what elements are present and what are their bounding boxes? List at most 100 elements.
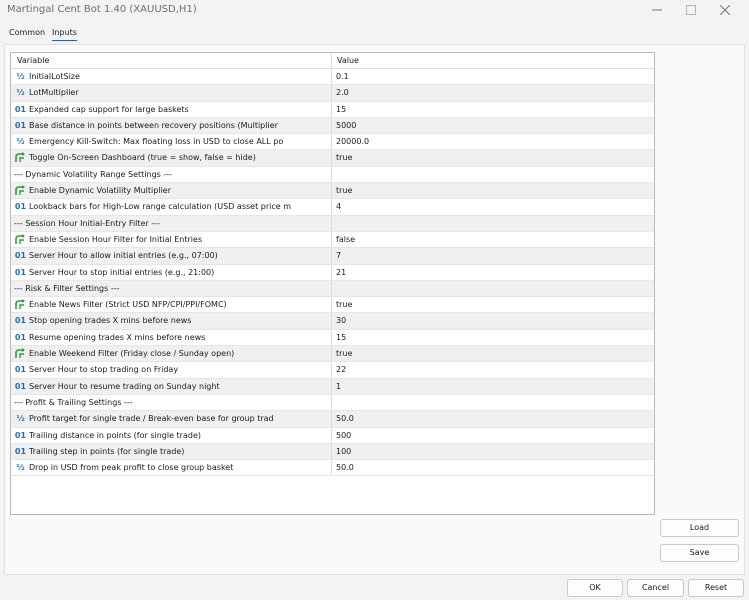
maximize-button[interactable] (674, 0, 708, 20)
parameter-row[interactable]: Enable Dynamic Volatility Multiplier true (11, 183, 654, 200)
parameter-value[interactable]: true (336, 186, 352, 195)
parameter-name: Server Hour to allow initial entries (e.… (29, 251, 218, 261)
parameter-row[interactable]: 01 Resume opening trades X mins before ne… (11, 329, 654, 347)
section-header-row[interactable]: --- Risk & Filter Settings --- (11, 280, 654, 298)
parameter-value[interactable]: 15 (336, 105, 346, 114)
parameter-row[interactable]: 01 Trailing step in points (for single tr… (11, 443, 654, 461)
close-icon (720, 5, 730, 15)
section-header-row[interactable]: --- Dynamic Volatility Range Settings --… (11, 166, 654, 184)
parameter-row[interactable]: ½ InitialLotSize 0.1 (11, 69, 654, 86)
int-icon: 01 (14, 120, 27, 130)
parameter-name: Emergency Kill-Switch: Max floating loss… (29, 137, 284, 147)
parameter-row[interactable]: 01 Server Hour to stop trading on Friday 2… (11, 362, 654, 379)
int-icon: 01 (14, 332, 27, 342)
parameter-row[interactable]: 01 Server Hour to resume trading on Sunda… (11, 378, 654, 395)
parameter-value[interactable]: 15 (336, 333, 346, 342)
column-header-value[interactable]: Value (337, 56, 359, 65)
double-icon: ½ (16, 72, 25, 81)
int-icon: 01 (14, 316, 27, 326)
parameter-name: Trailing step in points (for single trad… (29, 446, 185, 456)
bool-icon (14, 152, 27, 163)
column-divider (331, 117, 332, 134)
column-divider (331, 460, 332, 476)
parameter-row[interactable]: ½ Profit target for single trade / Break-… (11, 411, 654, 428)
parameter-row[interactable]: Enable Session Hour Filter for Initial E… (11, 231, 654, 249)
double-icon: ½ (16, 463, 25, 473)
cancel-button[interactable]: Cancel (627, 579, 684, 597)
parameter-value[interactable]: true (336, 153, 352, 162)
ok-button[interactable]: OK (567, 579, 623, 597)
save-button[interactable]: Save (660, 544, 739, 562)
parameter-name: Resume opening trades X mins before news (29, 332, 206, 342)
parameter-name: Enable News Filter (Strict USD NFP/CPI/P… (29, 300, 227, 310)
parameter-name: --- Profit & Trailing Settings --- (14, 397, 133, 407)
parameter-value[interactable]: false (336, 235, 355, 244)
parameter-row[interactable]: 01 Expanded cap support for large baskets… (11, 101, 654, 118)
parameter-row[interactable]: Enable News Filter (Strict USD NFP/CPI/P… (11, 297, 654, 314)
parameter-name: Enable Weekend Filter (Friday close / Su… (29, 349, 235, 359)
int-icon: 01 (14, 104, 27, 114)
parameter-name: Enable Dynamic Volatility Multiplier (29, 186, 171, 196)
parameter-row[interactable]: 01 Lookback bars for High-Low range calcu… (11, 199, 654, 216)
parameter-name: Drop in USD from peak profit to close gr… (29, 463, 234, 473)
column-header-variable[interactable]: Variable (17, 56, 49, 65)
parameter-name: LotMultiplier (29, 88, 79, 98)
parameter-value[interactable]: 50.0 (336, 414, 354, 423)
parameter-row[interactable]: 01 Trailing distance in points (for singl… (11, 427, 654, 444)
section-header-row[interactable]: --- Session Hour Initial-Entry Filter --… (11, 215, 654, 232)
parameter-value[interactable]: 0.1 (336, 72, 349, 81)
tab-inputs[interactable]: Inputs (52, 28, 77, 41)
grid-rows: ½ InitialLotSize 0.1 ½ LotMultiplier 2.0 01 Exp… (11, 69, 654, 477)
column-divider (331, 362, 332, 378)
parameter-value[interactable]: 2.0 (336, 88, 349, 97)
close-button[interactable] (708, 0, 742, 20)
int-icon: 01 (14, 430, 27, 440)
parameter-value[interactable]: true (336, 349, 352, 358)
column-divider (331, 199, 332, 215)
parameter-value[interactable]: 50.0 (336, 463, 354, 472)
parameter-row[interactable]: 01 Stop opening trades X mins before news… (11, 313, 654, 330)
parameter-name: Expanded cap support for large baskets (29, 104, 189, 114)
parameter-value[interactable]: 21 (336, 268, 346, 277)
column-divider (331, 346, 332, 362)
parameter-value[interactable]: 1 (336, 382, 341, 391)
column-divider (331, 85, 332, 101)
parameter-row[interactable]: ½ Drop in USD from peak profit to close g… (11, 460, 654, 477)
bool-icon (14, 185, 27, 196)
parameter-row[interactable]: Toggle On-Screen Dashboard (true = show,… (11, 150, 654, 167)
column-divider (331, 101, 332, 117)
parameter-name: Toggle On-Screen Dashboard (true = show,… (29, 153, 256, 163)
parameter-row[interactable]: Enable Weekend Filter (Friday close / Su… (11, 346, 654, 363)
parameter-row[interactable]: 01 Server Hour to stop initial entries (e… (11, 264, 654, 281)
parameter-value[interactable]: 22 (336, 365, 346, 374)
parameter-value[interactable]: 100 (336, 447, 351, 456)
parameter-name: --- Risk & Filter Settings --- (14, 283, 120, 293)
parameter-value[interactable]: 4 (336, 202, 341, 211)
parameter-value[interactable]: 5000 (336, 121, 356, 130)
parameter-row[interactable]: 01 Base distance in points between recove… (11, 117, 654, 135)
bool-icon (14, 348, 27, 359)
parameter-name: Server Hour to stop trading on Friday (29, 365, 179, 375)
parameter-value[interactable]: 7 (336, 251, 341, 260)
column-divider (331, 443, 332, 460)
parameter-row[interactable]: ½ Emergency Kill-Switch: Max floating los… (11, 134, 654, 151)
parameter-value[interactable]: true (336, 300, 352, 309)
parameter-row[interactable]: ½ LotMultiplier 2.0 (11, 85, 654, 102)
parameter-value[interactable]: 500 (336, 431, 351, 440)
int-icon: 01 (14, 251, 27, 261)
tab-common[interactable]: Common (9, 28, 45, 37)
parameter-name: Trailing distance in points (for single … (29, 430, 201, 440)
load-button[interactable]: Load (660, 519, 739, 537)
column-divider (331, 69, 332, 85)
minimize-button[interactable] (640, 0, 674, 20)
parameter-value[interactable]: 30 (336, 316, 346, 325)
section-header-row[interactable]: --- Profit & Trailing Settings --- (11, 394, 654, 412)
parameter-value[interactable]: 20000.0 (336, 137, 369, 146)
reset-button[interactable]: Reset (688, 579, 744, 597)
parameter-name: Server Hour to resume trading on Sunday … (29, 381, 220, 391)
column-divider[interactable] (331, 53, 332, 69)
parameter-row[interactable]: 01 Server Hour to allow initial entries (… (11, 248, 654, 265)
maximize-icon (686, 5, 696, 15)
parameter-name: Server Hour to stop initial entries (e.g… (29, 267, 215, 277)
parameter-name: Lookback bars for High-Low range calcula… (29, 202, 292, 212)
